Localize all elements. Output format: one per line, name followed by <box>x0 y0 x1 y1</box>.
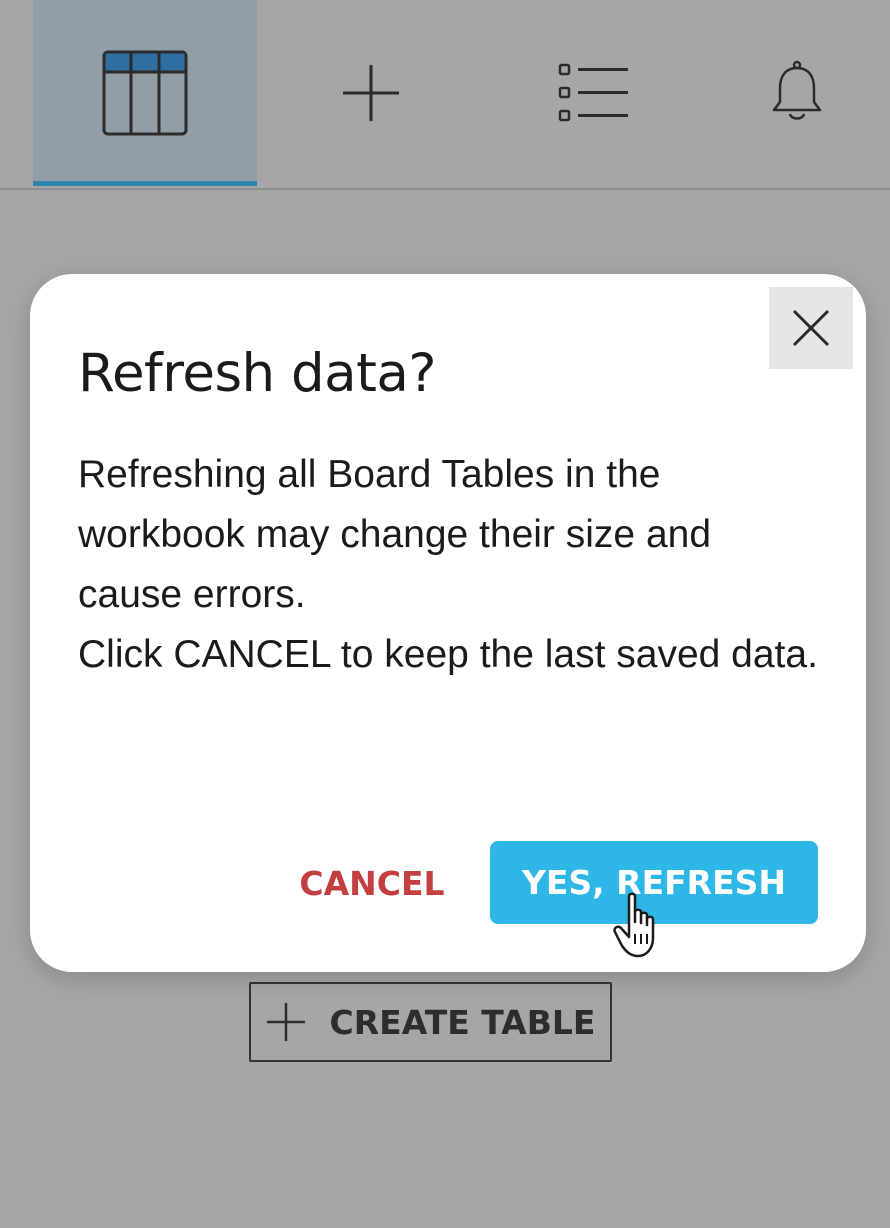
dialog-title: Refresh data? <box>78 343 437 404</box>
create-table-button[interactable]: CREATE TABLE <box>249 982 612 1062</box>
close-icon <box>792 309 830 347</box>
refresh-dialog: Refresh data? Refreshing all Board Table… <box>30 274 866 972</box>
yes-refresh-button[interactable]: YES, REFRESH <box>490 841 818 924</box>
close-button[interactable] <box>769 287 853 369</box>
bell-icon <box>772 60 822 120</box>
tab-notifications[interactable] <box>704 0 890 186</box>
list-icon <box>558 63 628 122</box>
tab-list[interactable] <box>484 0 704 186</box>
create-table-label: CREATE TABLE <box>329 1002 596 1042</box>
plus-icon <box>266 1003 305 1041</box>
table-icon <box>102 50 188 136</box>
plus-icon <box>343 65 399 121</box>
dialog-message-line: Refreshing all Board Tables in the workb… <box>78 453 712 616</box>
cancel-button[interactable]: CANCEL <box>292 842 452 924</box>
dialog-message: Refreshing all Board Tables in the workb… <box>78 445 823 685</box>
tab-tables[interactable] <box>33 0 257 186</box>
dialog-message-line: Click CANCEL to keep the last saved data… <box>78 633 818 676</box>
top-toolbar <box>0 0 890 190</box>
tab-add[interactable] <box>258 0 484 186</box>
app-screen: CREATE TABLE Refresh data? Refreshing al… <box>0 0 890 1228</box>
